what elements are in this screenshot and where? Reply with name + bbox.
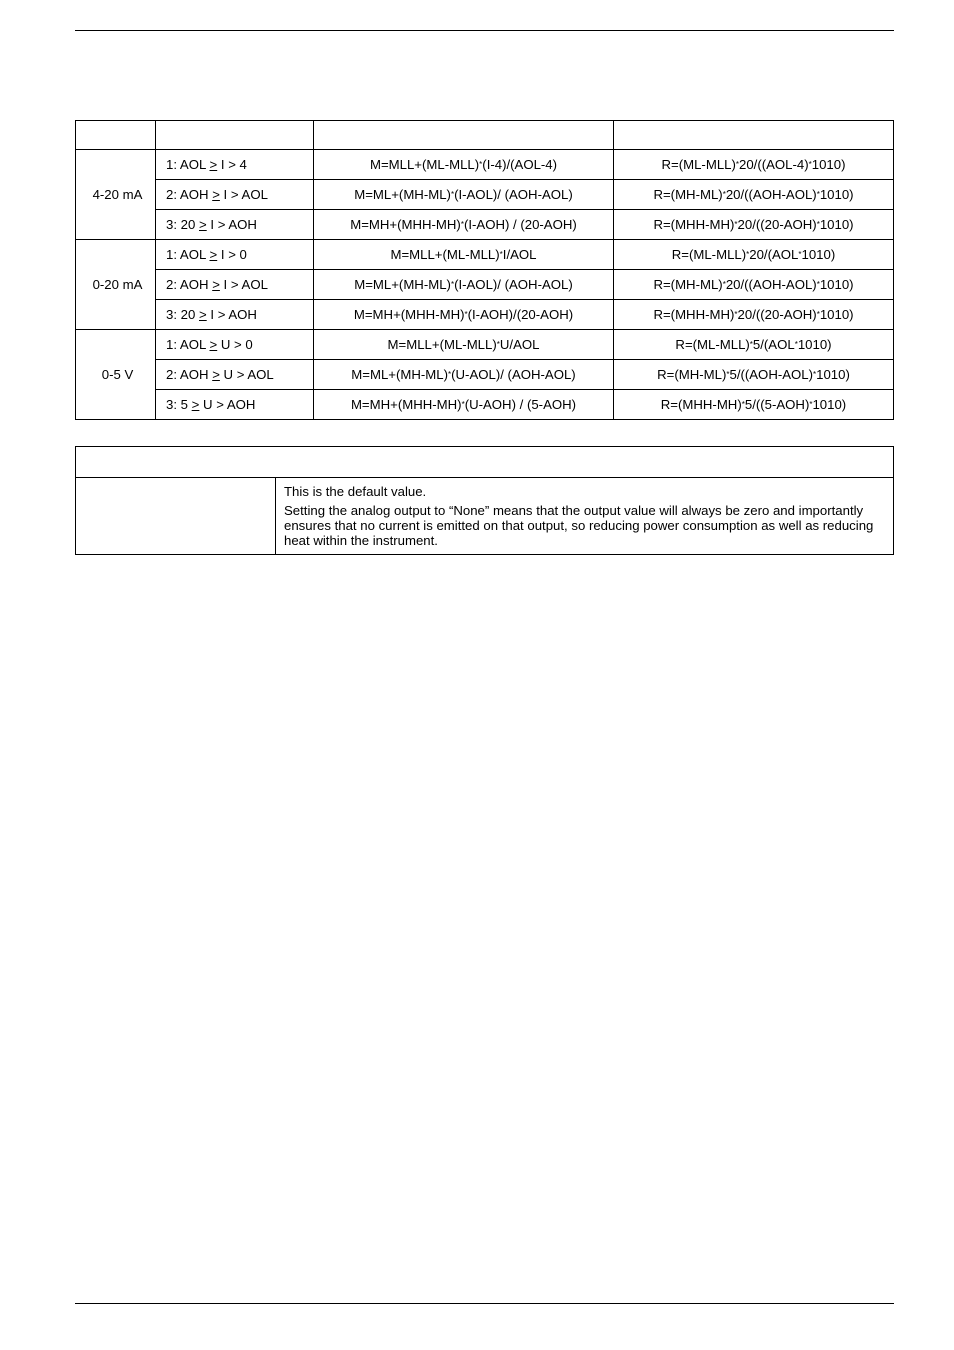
condition-cell: 1: AOL > I > 4 [156,150,314,180]
header-empty-1 [156,121,314,150]
content: 4-20 mA1: AOL > I > 4M=MLL+(ML-MLL)*(I-4… [75,50,894,555]
table-row: 2: AOH > U > AOLM=ML+(MH-ML)*(U-AOL)/ (A… [76,360,894,390]
range-cell: 0-20 mA [76,240,156,330]
bottom-rule [75,1303,894,1304]
m-formula-cell: M=MLL+(ML-MLL)*(I-4)/(AOL-4) [314,150,614,180]
header-empty-3 [614,121,894,150]
table-row: 0-5 V1: AOL > U > 0M=MLL+(ML-MLL)*U/AOLR… [76,330,894,360]
description-table: This is the default value.Setting the an… [75,446,894,555]
table-row: 4-20 mA1: AOL > I > 4M=MLL+(ML-MLL)*(I-4… [76,150,894,180]
table-row: 3: 5 > U > AOHM=MH+(MHH-MH)*(U-AOH) / (5… [76,390,894,420]
r-formula-cell: R=(ML-MLL)*20/(AOL*1010) [614,240,894,270]
m-formula-cell: M=MH+(MHH-MH)*(U-AOH) / (5-AOH) [314,390,614,420]
desc-left-empty [76,478,276,555]
condition-cell: 2: AOH > U > AOL [156,360,314,390]
table-row: 3: 20 > I > AOHM=MH+(MHH-MH)*(I-AOH) / (… [76,210,894,240]
table-row: 2: AOH > I > AOLM=ML+(MH-ML)*(I-AOL)/ (A… [76,270,894,300]
condition-cell: 3: 20 > I > AOH [156,210,314,240]
range-cell: 0-5 V [76,330,156,420]
m-formula-cell: M=ML+(MH-ML)*(I-AOL)/ (AOH-AOL) [314,270,614,300]
condition-cell: 3: 20 > I > AOH [156,300,314,330]
header-empty-2 [314,121,614,150]
condition-cell: 1: AOL > I > 0 [156,240,314,270]
r-formula-cell: R=(ML-MLL)*20/((AOL-4)*1010) [614,150,894,180]
r-formula-cell: R=(MHH-MH)*20/((20-AOH)*1010) [614,300,894,330]
table-row: 0-20 mA1: AOL > I > 0M=MLL+(ML-MLL)*I/AO… [76,240,894,270]
m-formula-cell: M=ML+(MH-ML)*(U-AOL)/ (AOH-AOL) [314,360,614,390]
m-formula-cell: M=MLL+(ML-MLL)*U/AOL [314,330,614,360]
r-formula-cell: R=(MH-ML)*20/((AOH-AOL)*1010) [614,180,894,210]
r-formula-cell: R=(ML-MLL)*5/(AOL*1010) [614,330,894,360]
condition-cell: 3: 5 > U > AOH [156,390,314,420]
m-formula-cell: M=ML+(MH-ML)*(I-AOL)/ (AOH-AOL) [314,180,614,210]
formula-table: 4-20 mA1: AOL > I > 4M=MLL+(ML-MLL)*(I-4… [75,120,894,420]
r-formula-cell: R=(MH-ML)*20/((AOH-AOL)*1010) [614,270,894,300]
range-cell: 4-20 mA [76,150,156,240]
desc-text-cell: This is the default value.Setting the an… [276,478,894,555]
desc-header-empty [76,447,894,478]
desc-header-row [76,447,894,478]
top-rule [75,30,894,31]
condition-cell: 2: AOH > I > AOL [156,180,314,210]
m-formula-cell: M=MLL+(ML-MLL)*I/AOL [314,240,614,270]
m-formula-cell: M=MH+(MHH-MH)*(I-AOH)/(20-AOH) [314,300,614,330]
condition-cell: 2: AOH > I > AOL [156,270,314,300]
header-empty-0 [76,121,156,150]
table-header-row [76,121,894,150]
r-formula-cell: R=(MH-ML)*5/((AOH-AOL)*1010) [614,360,894,390]
r-formula-cell: R=(MHH-MH)*20/((20-AOH)*1010) [614,210,894,240]
m-formula-cell: M=MH+(MHH-MH)*(I-AOH) / (20-AOH) [314,210,614,240]
r-formula-cell: R=(MHH-MH)*5/((5-AOH)*1010) [614,390,894,420]
desc-row: This is the default value.Setting the an… [76,478,894,555]
table-row: 2: AOH > I > AOLM=ML+(MH-ML)*(I-AOL)/ (A… [76,180,894,210]
table-row: 3: 20 > I > AOHM=MH+(MHH-MH)*(I-AOH)/(20… [76,300,894,330]
condition-cell: 1: AOL > U > 0 [156,330,314,360]
